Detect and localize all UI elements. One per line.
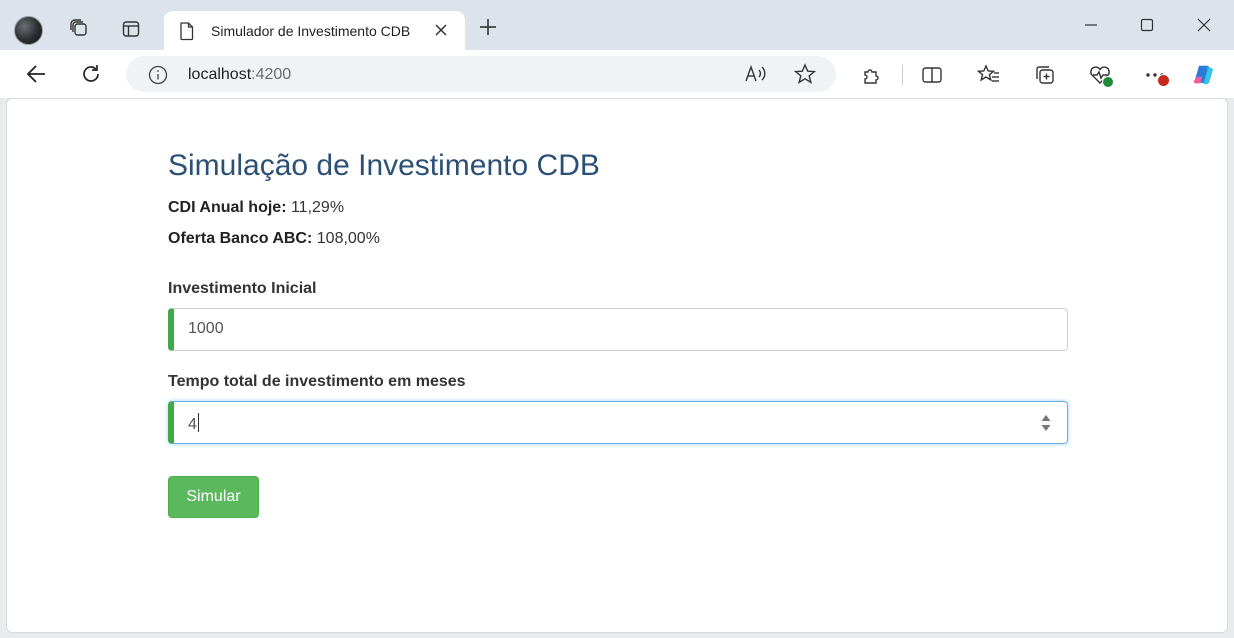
close-window-icon[interactable] [1189, 12, 1219, 38]
page-viewport: Simulação de Investimento CDB CDI Anual … [6, 98, 1228, 633]
profile-avatar[interactable] [14, 16, 43, 45]
number-spinner-icon[interactable] [1041, 414, 1051, 437]
toolbar-divider [902, 65, 903, 85]
close-tab-icon[interactable] [434, 23, 448, 42]
favorites-icon[interactable] [976, 62, 1002, 88]
more-options-icon[interactable] [1142, 62, 1170, 88]
oferta-label: Oferta Banco ABC: [168, 230, 313, 247]
status-ok-badge [1102, 76, 1114, 88]
minimize-icon[interactable] [1076, 12, 1106, 38]
page-title: Simulação de Investimento CDB [168, 149, 600, 182]
maximize-icon[interactable] [1132, 12, 1162, 38]
tab-title: Simulador de Investimento CDB [211, 23, 411, 39]
site-info-icon[interactable] [148, 65, 168, 90]
tempo-total-label: Tempo total de investimento em meses [168, 373, 466, 390]
cdi-info: CDI Anual hoje: 11,29% [168, 199, 344, 217]
workspaces-icon[interactable] [64, 14, 94, 44]
browser-toolbar: localhost:4200 [0, 50, 1234, 98]
cdi-label: CDI Anual hoje: [168, 199, 287, 216]
cdi-value: 11,29% [290, 199, 345, 216]
new-tab-icon[interactable] [478, 17, 498, 42]
document-icon [179, 21, 195, 46]
tab-active[interactable]: Simulador de Investimento CDB [164, 11, 465, 51]
split-screen-icon[interactable] [919, 62, 945, 88]
tempo-total-value: 4 [188, 416, 197, 433]
collections-icon[interactable] [1032, 62, 1058, 88]
read-aloud-icon[interactable] [744, 63, 768, 90]
extensions-icon[interactable] [859, 62, 885, 88]
favorite-star-icon[interactable] [793, 63, 817, 90]
text-caret [197, 413, 199, 432]
investimento-inicial-input[interactable]: 1000 [168, 308, 1068, 351]
back-arrow-icon[interactable] [22, 60, 50, 88]
investimento-inicial-value: 1000 [188, 320, 224, 337]
tempo-total-input[interactable]: 4 [168, 401, 1068, 444]
url-text[interactable]: localhost:4200 [188, 66, 291, 84]
copilot-icon[interactable] [1191, 62, 1217, 88]
oferta-info: Oferta Banco ABC: 108,00% [168, 230, 380, 248]
address-bar[interactable]: localhost:4200 [126, 56, 836, 92]
simular-button[interactable]: Simular [168, 476, 259, 518]
oferta-value: 108,00% [316, 230, 380, 247]
tab-strip: Simulador de Investimento CDB [0, 0, 1234, 51]
update-badge [1157, 74, 1170, 87]
browser-essentials-icon[interactable] [1087, 62, 1114, 88]
investimento-inicial-label: Investimento Inicial [168, 280, 317, 297]
vertical-tabs-icon[interactable] [116, 14, 146, 44]
browser-window: Simulador de Investimento CDB localhost:… [0, 0, 1234, 638]
refresh-icon[interactable] [77, 60, 105, 88]
